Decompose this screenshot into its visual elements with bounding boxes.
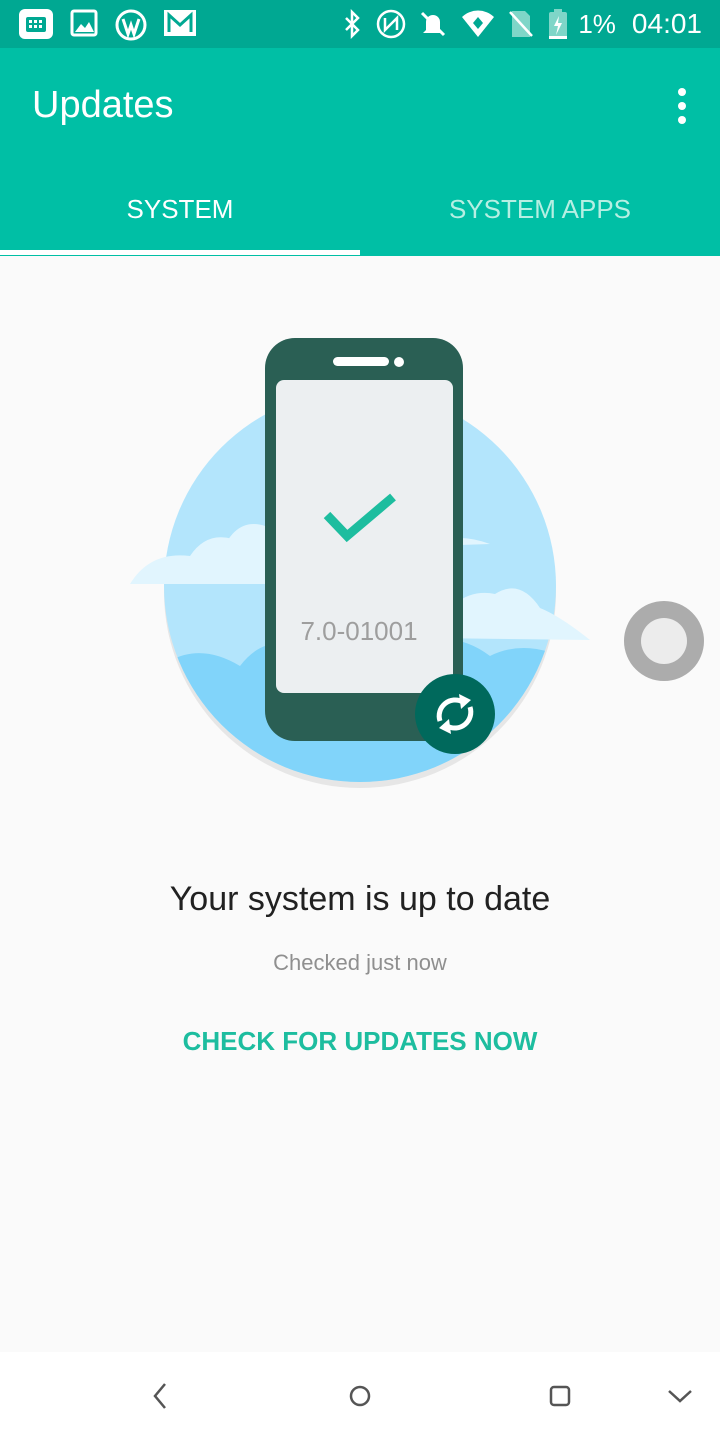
tab-indicator <box>0 250 360 255</box>
phone-camera <box>394 357 404 367</box>
app-bar: Updates SYSTEM SYSTEM APPS <box>0 48 720 256</box>
no-sim-icon <box>509 11 534 37</box>
version-label: 7.0-01001 <box>300 616 417 646</box>
back-icon[interactable] <box>140 1376 180 1416</box>
calendar-icon <box>19 9 53 39</box>
last-checked-text: Checked just now <box>273 950 447 975</box>
page-title: Updates <box>32 84 174 126</box>
check-for-updates-button[interactable]: CHECK FOR UPDATES NOW <box>160 1016 560 1066</box>
battery-percent: 1% <box>578 8 616 39</box>
notifications-off-icon <box>421 11 446 37</box>
tab-system[interactable]: SYSTEM <box>0 174 360 252</box>
phone-speaker <box>333 357 389 366</box>
wordpress-icon <box>115 9 147 41</box>
phone-screen <box>276 380 453 693</box>
status-right-group: 1% 04:01 <box>342 0 702 48</box>
clock: 04:01 <box>631 8 702 39</box>
home-icon[interactable] <box>340 1376 380 1416</box>
bluetooth-icon <box>345 9 361 39</box>
image-icon <box>70 9 98 37</box>
more-vert-icon[interactable] <box>670 86 694 126</box>
tab-system-apps[interactable]: SYSTEM APPS <box>360 174 720 252</box>
status-bar: 1% 04:01 <box>0 0 720 48</box>
battery-charging-icon <box>549 9 568 39</box>
navigation-bar <box>0 1352 720 1440</box>
gmail-icon <box>164 10 196 36</box>
collapse-icon[interactable] <box>660 1376 700 1416</box>
recents-icon[interactable] <box>540 1376 580 1416</box>
update-illustration: 7.0-01001 <box>130 338 704 788</box>
status-headline: Your system is up to date <box>169 880 551 918</box>
refresh-badge <box>415 674 495 754</box>
assistive-touch-inner <box>641 618 687 664</box>
wifi-icon <box>462 10 495 37</box>
nfc-icon <box>377 9 406 39</box>
